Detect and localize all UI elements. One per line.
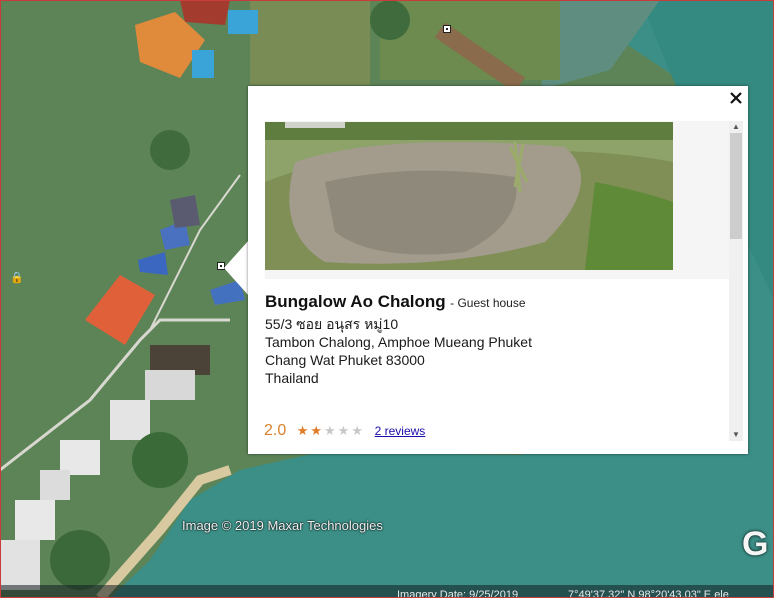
address-line: Chang Wat Phuket 83000: [265, 352, 425, 368]
balloon-scrollbar[interactable]: ▲ ▼: [729, 121, 743, 441]
close-icon: [730, 92, 742, 104]
place-photo[interactable]: [265, 122, 673, 270]
lock-icon[interactable]: 🔒: [10, 271, 24, 284]
scroll-thumb[interactable]: [730, 133, 742, 239]
photo-panel: [265, 121, 729, 279]
star-icon: ★: [296, 423, 311, 438]
imagery-copyright: Image © 2019 Maxar Technologies: [182, 518, 383, 533]
status-bar: Imagery Date: 9/25/2019 7°49'37.32" N 98…: [0, 585, 774, 598]
map-marker-icon[interactable]: [443, 25, 451, 33]
balloon-pointer: [224, 240, 249, 296]
star-icon: ★: [324, 423, 338, 438]
star-rating: ★★★★★: [297, 423, 371, 438]
close-button[interactable]: [727, 89, 745, 107]
imagery-date: Imagery Date: 9/25/2019: [397, 589, 519, 598]
star-icon: ★: [351, 423, 365, 438]
place-name: Bungalow Ao Chalong: [265, 292, 446, 311]
reviews-link[interactable]: 2 reviews: [375, 424, 426, 438]
rating-line: 2.0 ★★★★★ 2 reviews: [264, 422, 425, 440]
rating-value: 2.0: [264, 422, 287, 439]
scroll-up-arrow-icon[interactable]: ▲: [729, 121, 743, 133]
star-icon: ★: [337, 423, 352, 438]
place-info-balloon: Bungalow Ao Chalong - Guest house 55/3 ซ…: [248, 86, 748, 454]
star-icon: ★: [310, 423, 325, 438]
address-line: Thailand: [265, 370, 319, 386]
address-line: 55/3 ซอย อนุสร หมู่10: [265, 316, 399, 332]
scroll-down-arrow-icon[interactable]: ▼: [729, 429, 743, 441]
address-line: Tambon Chalong, Amphoe Mueang Phuket: [265, 334, 532, 350]
google-logo: G: [742, 525, 769, 563]
coordinate-readout: 7°49'37.32" N 98°20'43.03" E ele: [568, 589, 729, 598]
address-block: 55/3 ซอย อนุสร หมู่10 Tambon Chalong, Am…: [265, 315, 532, 387]
title-line: Bungalow Ao Chalong - Guest house: [265, 292, 526, 312]
place-category: - Guest house: [450, 296, 526, 310]
